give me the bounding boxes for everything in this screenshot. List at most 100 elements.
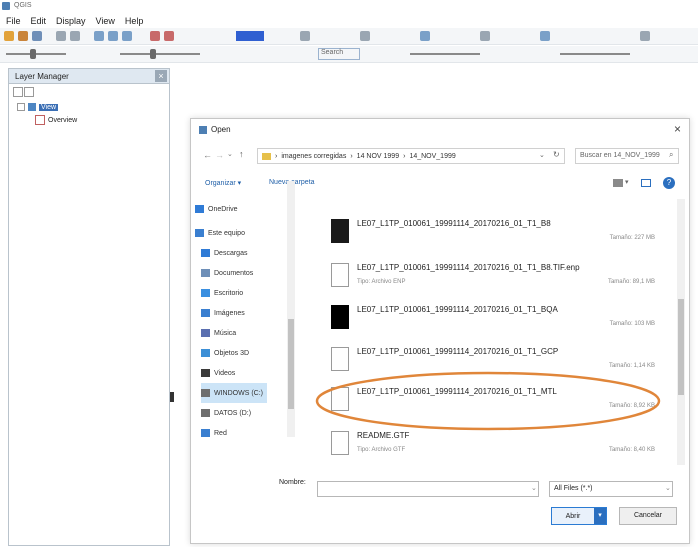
menu-view[interactable]: View xyxy=(96,16,115,26)
dialog-title: Open xyxy=(211,125,231,134)
open-dropdown-button[interactable]: ▾ xyxy=(594,508,606,524)
nav-item-data-drive[interactable]: DATOS (D:) xyxy=(201,403,251,423)
select-icon[interactable] xyxy=(122,31,132,41)
nav-scrollbar-thumb[interactable] xyxy=(288,319,294,409)
slider-handle[interactable] xyxy=(30,49,36,59)
pencil-icon[interactable] xyxy=(150,31,160,41)
open-button-label: Abrir xyxy=(565,512,581,520)
expand-icon[interactable] xyxy=(13,87,23,97)
layer-tree-item[interactable]: View xyxy=(17,103,59,111)
layer-icon[interactable] xyxy=(420,31,430,41)
color-swatch[interactable] xyxy=(236,31,264,41)
file-size: Tamaño: 103 MB xyxy=(609,321,655,327)
view-options-icon[interactable] xyxy=(613,179,623,187)
file-item[interactable]: LE07_L1TP_010061_19991114_20170216_01_T1… xyxy=(303,213,673,253)
filename-input[interactable] xyxy=(317,481,539,497)
save-icon[interactable] xyxy=(32,31,42,41)
nav-item-onedrive[interactable]: OneDrive xyxy=(195,199,238,219)
preview-pane-icon[interactable] xyxy=(641,179,651,187)
collapse-icon[interactable] xyxy=(24,87,34,97)
nav-item-videos[interactable]: Videos xyxy=(201,363,235,383)
back-icon[interactable]: ← xyxy=(203,150,212,160)
pan-icon[interactable] xyxy=(108,31,118,41)
forward-icon[interactable]: → xyxy=(215,150,224,160)
up-icon[interactable]: ↑ xyxy=(239,149,244,159)
line-icon[interactable] xyxy=(164,31,174,41)
close-icon[interactable]: × xyxy=(155,70,167,82)
download-icon xyxy=(201,249,210,257)
file-name: LE07_L1TP_010061_19991114_20170216_01_T1… xyxy=(357,305,558,314)
nav-label: Objetos 3D xyxy=(214,349,250,357)
settings-icon[interactable] xyxy=(640,31,650,41)
computer-icon xyxy=(195,229,204,237)
navigation-pane: OneDrive Este equipo Descargas Documento… xyxy=(195,199,291,457)
folder-icon xyxy=(262,152,271,160)
file-item[interactable]: LE07_L1TP_010061_19991114_20170216_01_T1… xyxy=(303,257,673,297)
layer-label: View xyxy=(39,103,59,111)
document-icon xyxy=(331,347,349,371)
nav-label: DATOS (D:) xyxy=(214,409,252,417)
menu-display[interactable]: Display xyxy=(56,16,86,26)
command-bar: Organizar ▾ Nueva carpeta ▾ ? xyxy=(197,175,683,193)
file-item[interactable]: LE07_L1TP_010061_19991114_20170216_01_T1… xyxy=(303,299,673,339)
zoom-icon[interactable] xyxy=(94,31,104,41)
nav-item-network[interactable]: Red xyxy=(201,423,227,443)
breadcrumb-item[interactable]: 14 NOV 1999 xyxy=(357,153,399,160)
tools-icon[interactable] xyxy=(480,31,490,41)
splitter-handle[interactable] xyxy=(170,392,174,402)
chevron-down-icon[interactable]: ▾ xyxy=(625,178,629,186)
filename-label: Nombre: xyxy=(279,479,306,486)
layer-label: Overview xyxy=(48,116,78,124)
menu-file[interactable]: File xyxy=(6,16,21,26)
chevron-down-icon[interactable]: ⌄ xyxy=(531,484,537,492)
highlight-ellipse xyxy=(315,371,661,431)
cancel-button[interactable]: Cancelar xyxy=(619,507,677,525)
search-input[interactable]: Buscar en 14_NOV_1999 xyxy=(575,148,679,164)
layer-tree-item[interactable]: Overview xyxy=(35,115,77,125)
measure-icon[interactable] xyxy=(360,31,370,41)
undo-icon[interactable] xyxy=(56,31,66,41)
file-type-filter[interactable]: All Files (*.*) xyxy=(549,481,673,497)
open-button[interactable]: Abrir ▾ xyxy=(551,507,607,525)
nav-item-documents[interactable]: Documentos xyxy=(201,263,253,283)
menu-help[interactable]: Help xyxy=(125,16,144,26)
slider-handle[interactable] xyxy=(150,49,156,59)
image-icon xyxy=(201,309,210,317)
menu-edit[interactable]: Edit xyxy=(31,16,47,26)
slider-track[interactable] xyxy=(560,53,630,55)
slider-track[interactable] xyxy=(120,53,200,55)
help-icon[interactable]: ? xyxy=(663,177,675,189)
nav-item-music[interactable]: Música xyxy=(201,323,236,343)
nav-item-downloads[interactable]: Descargas xyxy=(201,243,247,263)
nav-item-desktop[interactable]: Escritorio xyxy=(201,283,243,303)
breadcrumb[interactable]: › imagenes corregidas › 14 NOV 1999 › 14… xyxy=(257,148,565,164)
app-title-bar: QGIS xyxy=(0,0,698,14)
search-input[interactable]: Search xyxy=(318,48,360,60)
nav-item-3d-objects[interactable]: Objetos 3D xyxy=(201,343,249,363)
tree-toggle-icon[interactable] xyxy=(17,103,25,111)
grid-icon[interactable] xyxy=(300,31,310,41)
app-title: QGIS xyxy=(14,2,32,9)
analysis-icon[interactable] xyxy=(540,31,550,41)
slider-track[interactable] xyxy=(6,53,66,55)
open-icon[interactable] xyxy=(18,31,28,41)
organize-button[interactable]: Organizar ▾ xyxy=(205,179,241,187)
redo-icon[interactable] xyxy=(70,31,80,41)
slider-track[interactable] xyxy=(410,53,480,55)
overview-icon xyxy=(35,115,45,125)
nav-item-images[interactable]: Imágenes xyxy=(201,303,245,323)
file-list-scrollbar-thumb[interactable] xyxy=(678,299,684,395)
nav-item-this-pc[interactable]: Este equipo xyxy=(195,223,245,243)
chevron-down-icon[interactable]: ⌄ xyxy=(665,484,671,492)
file-thumbnail-icon xyxy=(331,305,349,329)
recent-icon[interactable]: ⌄ xyxy=(227,150,233,158)
breadcrumb-item[interactable]: imagenes corregidas xyxy=(281,153,346,160)
refresh-icon[interactable]: ↻ xyxy=(553,150,560,159)
main-toolbar xyxy=(0,28,698,45)
breadcrumb-item[interactable]: 14_NOV_1999 xyxy=(409,153,455,160)
close-icon[interactable]: × xyxy=(674,122,681,136)
new-icon[interactable] xyxy=(4,31,14,41)
file-size: Tamaño: 89,1 MB xyxy=(607,279,655,285)
nav-item-windows-drive[interactable]: WINDOWS (C:) xyxy=(201,383,267,403)
chevron-down-icon[interactable]: ⌄ xyxy=(539,151,545,159)
